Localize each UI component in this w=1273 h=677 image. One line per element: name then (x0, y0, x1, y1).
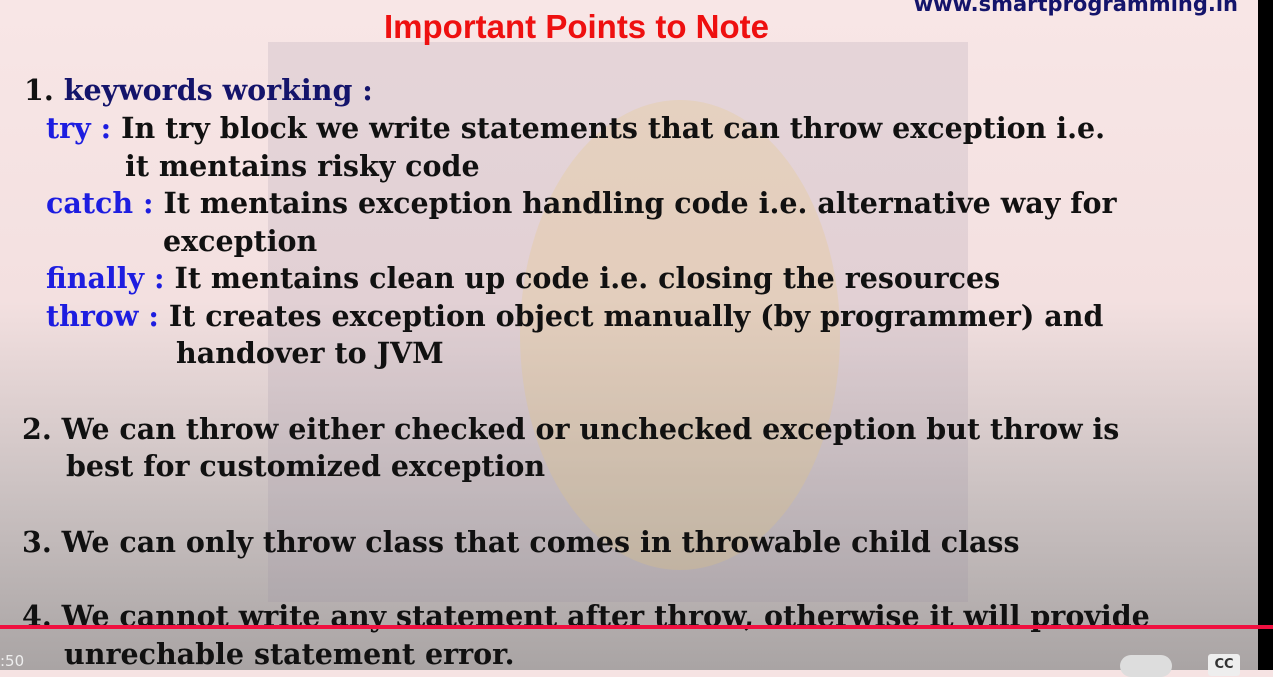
point-1-heading: 1. keywords working : (24, 72, 373, 109)
point-4: 4. We cannot write any statement after t… (22, 599, 1150, 633)
time-display: :50 (0, 652, 25, 670)
catch-text-cont: exception (163, 224, 318, 258)
watermark-sp-logo (520, 100, 840, 570)
point-4-cont: unrechable statement error. (64, 637, 515, 671)
finally-text: It mentains clean up code i.e. closing t… (174, 261, 1001, 295)
catch-line: catch : It mentains exception handling c… (46, 185, 1117, 222)
point-2: 2. We can throw either checked or unchec… (22, 412, 1120, 446)
point-3: 3. We can only throw class that comes in… (22, 525, 1020, 559)
try-line: try : In try block we write statements t… (46, 110, 1105, 147)
captions-button[interactable]: CC (1208, 654, 1240, 676)
try-text-cont: it mentains risky code (125, 149, 480, 183)
point-2-cont: best for customized exception (66, 449, 546, 483)
autoplay-toggle[interactable] (1120, 655, 1172, 677)
slide-title: Important Points to Note (384, 8, 769, 45)
video-frame[interactable]: www.smartprogramming.in Important Points… (0, 0, 1258, 671)
finally-line: finally : It mentains clean up code i.e.… (46, 260, 1000, 297)
progress-bar[interactable] (0, 625, 1273, 629)
throw-text-cont: handover to JVM (176, 336, 444, 370)
keyword-try: try : (46, 111, 112, 145)
keyword-catch: catch : (46, 186, 154, 220)
letterbox (1258, 0, 1273, 670)
keyword-finally: finally : (46, 261, 165, 295)
keyword-throw: throw : (46, 299, 159, 333)
throw-text: It creates exception object manually (by… (168, 299, 1104, 333)
try-text: In try block we write statements that ca… (121, 111, 1106, 145)
catch-text: It mentains exception handling code i.e.… (163, 186, 1117, 220)
throw-line: throw : It creates exception object manu… (46, 298, 1103, 335)
heading-text: keywords working : (63, 73, 373, 107)
website-url: www.smartprogramming.in (913, 0, 1238, 16)
point-number: 1. (24, 73, 54, 107)
